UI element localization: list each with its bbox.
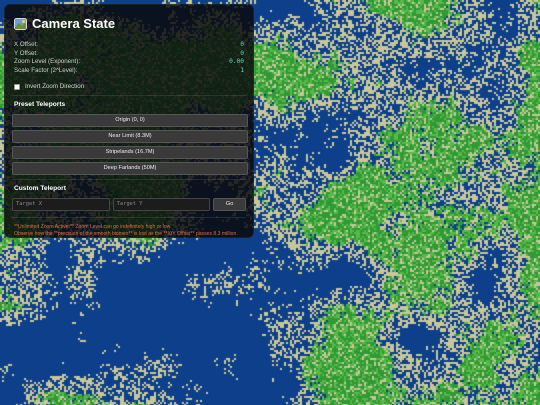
stat-label: X Offset: (14, 41, 38, 48)
stat-y-offset: Y Offset: 0 (12, 50, 246, 59)
zoom-note-line-2: Observe how the **precision of the smoot… (14, 230, 238, 237)
panel-title-text: Camera State (32, 16, 116, 31)
custom-teleport-heading: Custom Teleport (14, 184, 66, 192)
divider (12, 95, 246, 97)
stat-label: Zoom Level (Exponent): (14, 58, 81, 66)
invert-zoom-label: Invert Zoom Direction (25, 83, 85, 91)
stat-x-offset: X Offset: 0 (12, 41, 246, 50)
invert-zoom-checkbox[interactable] (14, 83, 20, 90)
stat-label: Y Offset: (14, 49, 38, 57)
target-y-input[interactable]: Target Y (112, 197, 211, 211)
zoom-note-line-1: **Unlimited Zoom Active:** Zoom Level ca… (14, 223, 172, 230)
preset-deep-farlands-button[interactable]: Deep Farlands (50M) (12, 162, 248, 175)
stat-value: 0 (240, 41, 244, 48)
camera-map-icon (14, 17, 27, 30)
stat-value: 0.00 (229, 58, 244, 66)
preset-teleports-heading: Preset Teleports (14, 101, 66, 109)
custom-teleport-row: Target X Target Y Go (12, 197, 247, 211)
stat-value: 1 (240, 66, 244, 74)
invert-zoom-toggle[interactable]: Invert Zoom Direction (14, 83, 246, 90)
stat-value: 0 (240, 49, 244, 57)
preset-stripelands-button[interactable]: Stripelands (16.7M) (12, 146, 248, 159)
target-x-input[interactable]: Target X (12, 197, 110, 211)
stat-scale-factor: Scale Factor (2^Level): 1 (12, 67, 246, 76)
stat-zoom-level: Zoom Level (Exponent): 0.00 (12, 58, 246, 67)
stat-label: Scale Factor (2^Level): (14, 66, 78, 74)
divider (12, 216, 246, 218)
go-button[interactable]: Go (213, 197, 247, 211)
preset-near-limit-button[interactable]: Near Limit (8.3M) (12, 130, 248, 143)
panel-title: Camera State (14, 16, 246, 31)
divider (12, 178, 246, 180)
preset-origin-button[interactable]: Origin (0, 0) (12, 114, 248, 127)
camera-state-panel: Camera State X Offset: 0 Y Offset: 0 Zoo… (4, 4, 254, 238)
zoom-note: **Unlimited Zoom Active:** Zoom Level ca… (12, 224, 246, 238)
